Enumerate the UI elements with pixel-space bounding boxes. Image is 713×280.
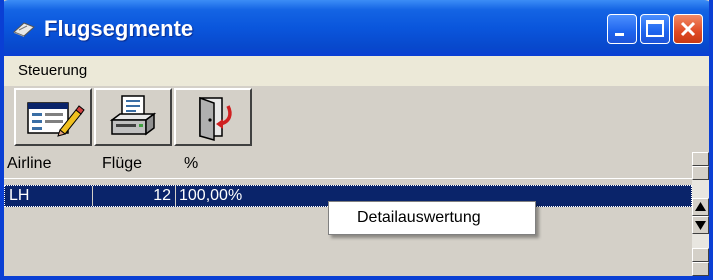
arrow-down-icon <box>695 221 706 230</box>
scroll-page-down-button[interactable] <box>692 248 709 262</box>
grid-header: Airline Flüge % <box>4 152 692 179</box>
menu-bar: Steuerung <box>4 56 709 86</box>
scroll-top-button[interactable] <box>692 152 709 166</box>
arrow-up-icon <box>695 202 706 211</box>
exit-button[interactable] <box>174 88 252 146</box>
context-item-detailauswertung[interactable]: Detailauswertung <box>357 209 481 227</box>
cell-fluege: 12 <box>153 187 171 204</box>
column-header-percent[interactable]: % <box>184 155 198 173</box>
scroll-down-button[interactable] <box>692 216 709 234</box>
scroll-page-up-button[interactable] <box>692 166 709 180</box>
column-header-airline[interactable]: Airline <box>7 155 51 173</box>
title-bar[interactable]: Flugsegmente <box>4 0 709 56</box>
maximize-icon <box>646 20 664 37</box>
context-menu: Detailauswertung <box>328 201 536 235</box>
window-title: Flugsegmente <box>44 16 194 41</box>
form-edit-icon <box>27 102 85 137</box>
minimize-icon <box>615 33 624 36</box>
exit-door-icon <box>199 96 232 141</box>
minimize-button[interactable] <box>607 14 637 44</box>
close-icon <box>680 21 696 37</box>
cell-airline: LH <box>9 187 30 204</box>
printer-icon <box>109 95 157 136</box>
cell-separator <box>175 186 176 206</box>
maximize-button[interactable] <box>640 14 670 44</box>
edit-form-button[interactable] <box>14 88 92 146</box>
flugsegmente-window: Flugsegmente Steuerung Airline Flüge % L… <box>0 0 713 280</box>
vertical-scrollbar[interactable] <box>692 152 709 276</box>
window-app-icon <box>13 22 35 37</box>
scroll-up-button[interactable] <box>692 198 709 216</box>
close-button[interactable] <box>673 14 703 44</box>
scroll-bottom-button[interactable] <box>692 262 709 276</box>
menu-steuerung[interactable]: Steuerung <box>18 62 87 79</box>
column-header-fluege[interactable]: Flüge <box>102 155 142 173</box>
toolbar <box>4 86 709 150</box>
print-button[interactable] <box>94 88 172 146</box>
